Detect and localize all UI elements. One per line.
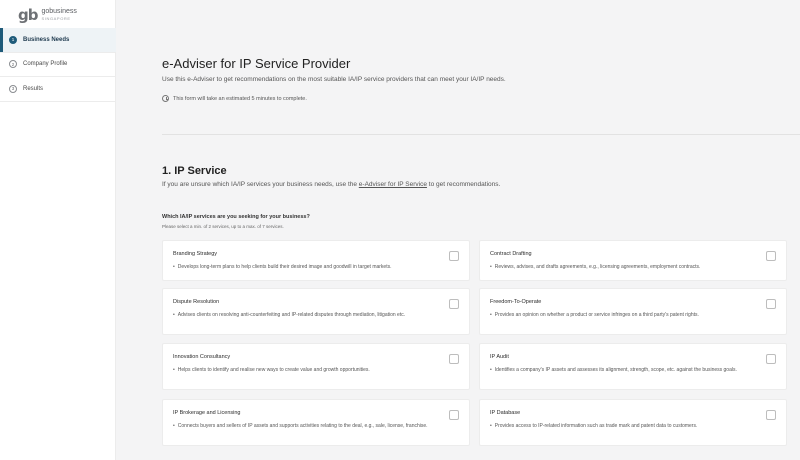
service-title: IP Brokerage and Licensing (173, 410, 241, 416)
logo-line2: SINGAPORE (41, 16, 71, 21)
service-title: Dispute Resolution (173, 299, 220, 305)
step-results[interactable]: 3 Results (0, 77, 116, 102)
question-label: Which IA/IP services are you seeking for… (162, 214, 310, 220)
e-adviser-link[interactable]: e-Adviser for IP Service (359, 181, 427, 188)
step-label: Business Needs (23, 36, 70, 43)
logo-text: gobusiness SINGAPORE (41, 8, 76, 22)
service-title: IP Database (490, 410, 521, 416)
step-business-needs[interactable]: 1 Business Needs (0, 28, 116, 53)
service-checkbox[interactable] (766, 251, 776, 261)
service-description: Provides access to IP-related informatio… (490, 422, 756, 430)
service-card-ip-audit[interactable]: IP Audit Identifies a company's IP asset… (479, 343, 787, 390)
progress-steps: 1 Business Needs 2 Company Profile 3 Res… (0, 28, 116, 102)
logo-mark: gb (18, 6, 39, 24)
service-title: Branding Strategy (173, 251, 218, 257)
sidebar: gb gobusiness SINGAPORE 1 Business Needs… (0, 0, 116, 460)
service-description: Reviews, advises, and drafts agreements,… (490, 263, 756, 271)
page-title: e-Adviser for IP Service Provider (162, 56, 351, 71)
step-number: 3 (9, 84, 17, 93)
service-checkbox[interactable] (766, 354, 776, 364)
service-description: Develops long-term plans to help clients… (173, 263, 439, 271)
logo-line1: gobusiness (41, 8, 77, 15)
service-description: Connects buyers and sellers of IP assets… (173, 422, 439, 430)
step-label: Results (23, 85, 44, 92)
service-card-contract-drafting[interactable]: Contract Drafting Reviews, advises, and … (479, 240, 787, 281)
time-estimate: This form will take an estimated 5 minut… (162, 95, 307, 102)
step-label: Company Profile (23, 61, 68, 68)
service-title: Innovation Consultancy (173, 354, 231, 360)
service-description: Advises clients on resolving anti-counte… (173, 311, 439, 319)
divider (162, 134, 800, 135)
step-number: 1 (9, 35, 17, 44)
step-number: 2 (9, 60, 17, 69)
service-checkbox[interactable] (449, 251, 459, 261)
service-card-dispute-resolution[interactable]: Dispute Resolution Advises clients on re… (162, 288, 470, 335)
service-checkbox[interactable] (449, 354, 459, 364)
service-title: IP Audit (490, 354, 509, 360)
page-subtitle: Use this e-Adviser to get recommendation… (162, 76, 506, 83)
service-checkbox[interactable] (449, 410, 459, 420)
service-card-ip-brokerage[interactable]: IP Brokerage and Licensing Connects buye… (162, 399, 470, 446)
service-title: Contract Drafting (490, 251, 532, 257)
service-checkbox[interactable] (766, 410, 776, 420)
service-description: Identifies a company's IP assets and ass… (490, 366, 756, 374)
section-sub-after: to get recommendations. (426, 181, 501, 188)
service-card-branding-strategy[interactable]: Branding Strategy Develops long-term pla… (162, 240, 470, 281)
service-checkbox[interactable] (766, 299, 776, 309)
service-card-freedom-to-operate[interactable]: Freedom-To-Operate Provides an opinion o… (479, 288, 787, 335)
question-hint: Please select a min. of 2 services, up t… (162, 224, 284, 229)
service-checkbox[interactable] (449, 299, 459, 309)
service-description: Helps clients to identify and realise ne… (173, 366, 439, 374)
service-card-ip-database[interactable]: IP Database Provides access to IP-relate… (479, 399, 787, 446)
section-sub-before: If you are unsure which IA/IP services y… (162, 181, 359, 188)
service-description: Provides an opinion on whether a product… (490, 311, 756, 319)
main-content: e-Adviser for IP Service Provider Use th… (116, 0, 800, 460)
clock-icon (162, 95, 169, 102)
section-subtitle: If you are unsure which IA/IP services y… (162, 181, 500, 188)
gobusiness-logo[interactable]: gb gobusiness SINGAPORE (18, 6, 77, 24)
step-company-profile[interactable]: 2 Company Profile (0, 53, 116, 77)
service-title: Freedom-To-Operate (490, 299, 542, 305)
estimate-text: This form will take an estimated 5 minut… (173, 95, 307, 102)
service-card-innovation-consultancy[interactable]: Innovation Consultancy Helps clients to … (162, 343, 470, 390)
section-title: 1. IP Service (162, 165, 227, 177)
